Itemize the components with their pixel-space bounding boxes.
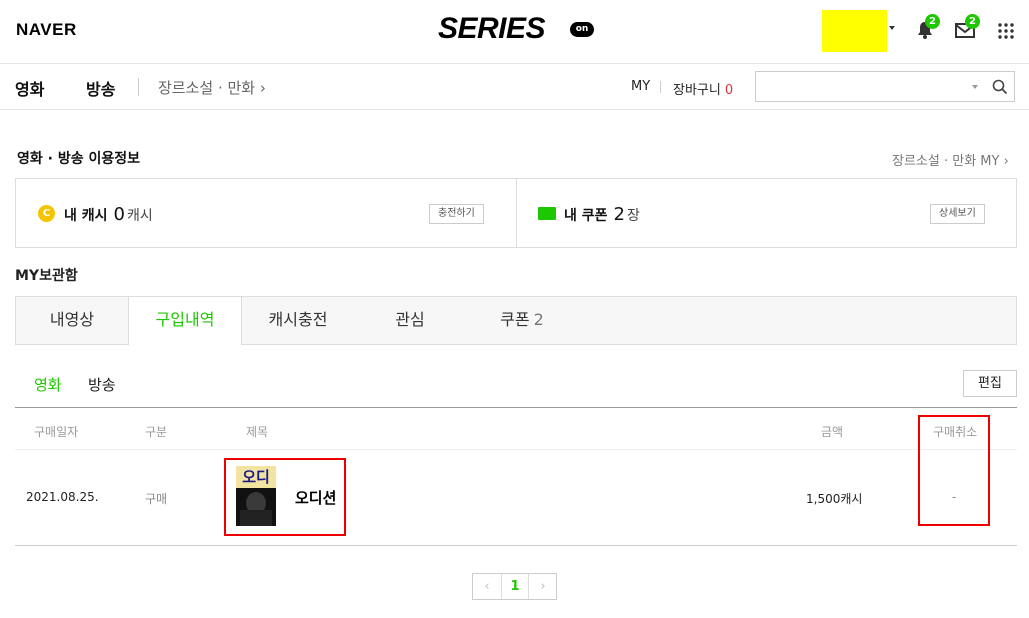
col-header-type: 구분 xyxy=(145,425,168,439)
tab-label: 관심 xyxy=(395,310,425,329)
cash-label: 내 캐시 xyxy=(64,208,108,224)
coupon-label: 내 쿠폰 xyxy=(564,208,608,224)
nav-movie[interactable]: 영화 xyxy=(15,76,44,100)
table-header-divider xyxy=(15,449,1017,450)
series-on-badge: on xyxy=(570,22,594,37)
tab-label: 캐시충전 xyxy=(268,310,328,329)
message-count-badge: 2 xyxy=(965,14,980,29)
cash-amount: 0 xyxy=(113,204,125,225)
nav-genre-link[interactable]: 장르소설 · 만화 › xyxy=(158,77,266,98)
table-bottom-border xyxy=(15,545,1017,546)
notification-button[interactable]: 2 xyxy=(915,14,940,42)
search-scope-dropdown-icon[interactable] xyxy=(972,85,978,89)
category-nav: 영화 방송 장르소설 · 만화 › MY 장바구니 0 xyxy=(0,65,1029,110)
cash-unit: 캐시 xyxy=(126,208,153,224)
usage-info-title: 영화 · 방송 이용정보 xyxy=(17,151,140,167)
cart-label: 장바구니 xyxy=(673,83,721,98)
user-profile-block[interactable] xyxy=(822,10,887,52)
app-menu-button[interactable] xyxy=(997,22,1019,44)
cart-count: 0 xyxy=(724,83,734,98)
nav-divider xyxy=(660,81,661,93)
subtab-broadcast[interactable]: 방송 xyxy=(88,374,116,395)
coupon-unit: 장 xyxy=(626,208,640,224)
notification-count-badge: 2 xyxy=(925,14,940,29)
message-button[interactable]: 2 xyxy=(955,14,980,42)
ticket-icon xyxy=(538,207,556,220)
search-input[interactable] xyxy=(760,76,960,98)
info-divider xyxy=(516,179,517,247)
col-header-price: 금액 xyxy=(821,425,844,439)
search-icon[interactable] xyxy=(992,79,1008,95)
purchase-type: 구매 xyxy=(145,492,168,506)
nav-divider xyxy=(138,78,139,96)
col-header-date: 구매일자 xyxy=(34,425,79,439)
tab-label: 쿠폰 xyxy=(500,310,530,329)
tab-coupons[interactable]: 쿠폰 2 xyxy=(466,297,578,344)
tab-cash-charge[interactable]: 캐시충전 xyxy=(242,297,354,344)
col-header-title: 제목 xyxy=(246,425,269,439)
purchase-price: 1,500캐시 xyxy=(806,492,863,506)
my-coupon-info: 내 쿠폰 2 장 xyxy=(564,204,640,225)
highlight-box-cancel xyxy=(918,415,990,526)
charge-button[interactable]: 충전하기 xyxy=(429,204,484,224)
nav-my-link[interactable]: MY xyxy=(631,79,650,94)
pagination: ‹ 1 › xyxy=(472,573,557,600)
series-logo[interactable]: SERIES xyxy=(438,12,546,46)
highlight-box-title xyxy=(224,458,346,536)
genre-my-link[interactable]: 장르소설 · 만화 MY › xyxy=(892,150,1009,169)
search-box xyxy=(755,71,1015,102)
storage-title: MY보관함 xyxy=(15,268,78,284)
table-top-border xyxy=(15,407,1017,408)
tab-count: 2 xyxy=(533,310,544,329)
tab-purchase-history[interactable]: 구입내역 xyxy=(128,297,242,345)
coupon-detail-button[interactable]: 상세보기 xyxy=(930,204,985,224)
subtab-movie[interactable]: 영화 xyxy=(34,374,62,395)
chevron-down-icon[interactable] xyxy=(889,26,895,30)
tab-my-videos[interactable]: 내영상 xyxy=(16,297,128,344)
top-bar: NAVER SERIES on 2 2 xyxy=(0,0,1029,64)
tab-label: 내영상 xyxy=(49,310,95,329)
pagination-next-button[interactable]: › xyxy=(529,574,557,599)
grid-menu-icon xyxy=(998,23,1014,39)
edit-button[interactable]: 편집 xyxy=(963,370,1017,397)
my-cash-info: 내 캐시 0 캐시 xyxy=(64,204,153,225)
coupon-amount: 2 xyxy=(613,204,625,225)
tab-favorites[interactable]: 관심 xyxy=(354,297,466,344)
pagination-prev-button[interactable]: ‹ xyxy=(473,574,501,599)
storage-tabs: 내영상 구입내역 캐시충전 관심 쿠폰 2 xyxy=(15,296,1017,345)
cash-coin-icon: C xyxy=(38,205,55,222)
usage-info-box: C 내 캐시 0 캐시 충전하기 내 쿠폰 2 장 상세보기 xyxy=(15,178,1017,248)
tab-label: 구입내역 xyxy=(155,310,215,329)
nav-cart-link[interactable]: 장바구니 0 xyxy=(673,79,733,98)
nav-broadcast[interactable]: 방송 xyxy=(86,76,115,100)
pagination-page-current[interactable]: 1 xyxy=(501,574,529,599)
naver-logo[interactable]: NAVER xyxy=(16,20,77,40)
purchase-date: 2021.08.25. xyxy=(26,490,99,504)
